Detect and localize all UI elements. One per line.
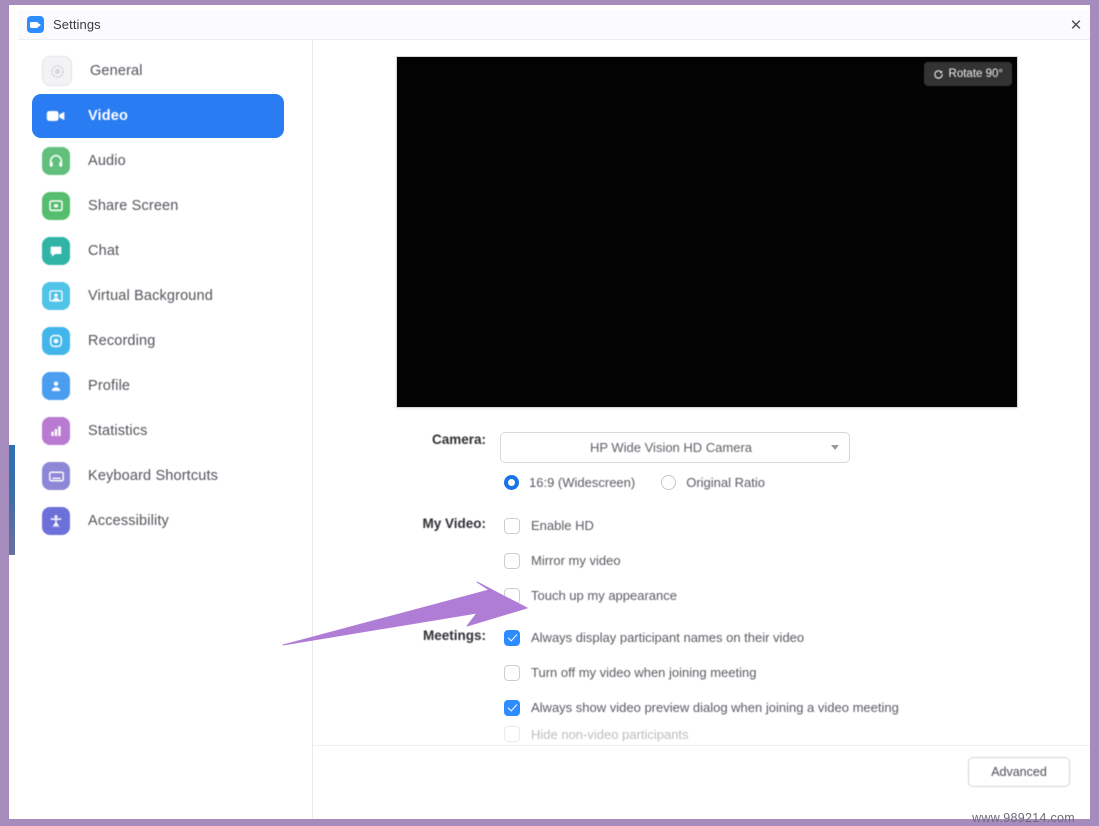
sidebar-item-share-screen[interactable]: Share Screen — [32, 184, 284, 228]
meetings-label: Meetings: — [422, 628, 486, 643]
sidebar-item-profile[interactable]: Profile — [32, 364, 284, 408]
checkbox-show-video-preview-dialog-label[interactable]: Always show video preview dialog when jo… — [531, 700, 899, 715]
checkbox-show-video-preview-dialog[interactable] — [504, 699, 520, 716]
radio-original-ratio-label[interactable]: Original Ratio — [686, 475, 765, 490]
sidebar-item-general[interactable]: General — [32, 49, 284, 93]
checkbox-touch-up-my-appearance[interactable] — [504, 587, 520, 604]
sidebar-item-accessibility[interactable]: Accessibility — [32, 499, 284, 543]
sidebar-item-label: Chat — [88, 243, 120, 259]
settings-window: Settings ✕ General Video Audio Share Scr… — [0, 0, 1099, 826]
advanced-button[interactable]: Advanced — [968, 757, 1070, 787]
camera-preview: Rotate 90° — [397, 57, 1017, 407]
checkbox-touch-up-my-appearance-label[interactable]: Touch up my appearance — [531, 588, 677, 603]
camera-label: Camera: — [431, 432, 486, 447]
chevron-down-icon — [831, 445, 839, 450]
checkbox-row-turn-off-video-joining: Turn off my video when joining meeting — [500, 655, 1090, 690]
checkbox-row-touch-up-my-appearance: Touch up my appearance — [500, 578, 1090, 613]
content-scrollbar-thumb[interactable] — [1090, 425, 1097, 706]
radio-16-9-widescreen[interactable] — [504, 475, 519, 490]
window-title: Settings — [53, 17, 101, 32]
checkbox-enable-hd-label[interactable]: Enable HD — [531, 518, 594, 533]
checkbox-hide-non-video-participants-label[interactable]: Hide non-video participants — [531, 727, 689, 742]
window-edge-strip — [9, 445, 15, 555]
sidebar-item-label: Virtual Background — [88, 288, 213, 304]
profile-person-icon — [42, 372, 70, 400]
keyboard-icon — [42, 462, 70, 490]
sidebar-item-label: Accessibility — [88, 513, 169, 529]
sidebar-item-label: Keyboard Shortcuts — [88, 468, 219, 484]
sidebar-item-label: Video — [88, 108, 128, 124]
chat-bubble-icon — [42, 237, 70, 265]
rotate-90-label: Rotate 90° — [948, 68, 1003, 80]
record-icon — [42, 327, 70, 355]
headphones-icon — [42, 147, 70, 175]
sidebar-item-video[interactable]: Video — [32, 94, 284, 138]
settings-sidebar: General Video Audio Share Screen Chat Vi… — [18, 40, 313, 819]
title-bar: Settings ✕ — [18, 10, 1090, 40]
sidebar-item-virtual-background[interactable]: Virtual Background — [32, 274, 284, 318]
watermark: www.989214.com — [972, 811, 1075, 825]
sidebar-item-keyboard-shortcuts[interactable]: Keyboard Shortcuts — [32, 454, 284, 498]
checkbox-display-participant-names[interactable] — [504, 629, 520, 646]
content-scrollbar-track[interactable] — [1088, 40, 1097, 819]
settings-footer: Advanced — [313, 745, 1090, 812]
rotate-icon — [933, 69, 943, 79]
zoom-logo-icon — [27, 16, 44, 33]
radio-16-9-widescreen-label[interactable]: 16:9 (Widescreen) — [529, 475, 635, 490]
camera-row: Camera: HP Wide Vision HD Camera 16:9 (W… — [313, 432, 1090, 490]
checkbox-row-display-participant-names: Always display participant names on thei… — [500, 620, 1090, 655]
video-settings-pane: Rotate 90° Camera: HP Wide Vision HD Cam… — [313, 40, 1097, 819]
aspect-ratio-group: 16:9 (Widescreen) Original Ratio — [500, 475, 1090, 490]
checkbox-row-enable-hd: Enable HD — [500, 508, 1090, 543]
checkbox-hide-non-video-participants[interactable] — [504, 726, 520, 742]
checkbox-mirror-my-video[interactable] — [504, 552, 520, 569]
sidebar-item-label: Statistics — [88, 423, 148, 439]
checkbox-enable-hd[interactable] — [504, 517, 520, 534]
close-icon[interactable]: ✕ — [1059, 12, 1090, 38]
checkbox-turn-off-video-joining[interactable] — [504, 664, 520, 681]
camera-select[interactable]: HP Wide Vision HD Camera — [500, 432, 850, 463]
sidebar-item-recording[interactable]: Recording — [32, 319, 284, 363]
checkbox-row-hide-non-video-participants: Hide non-video participants — [500, 725, 1090, 743]
checkbox-display-participant-names-label[interactable]: Always display participant names on thei… — [531, 630, 804, 645]
sidebar-item-label: Audio — [88, 153, 126, 169]
sidebar-item-label: Share Screen — [88, 198, 179, 214]
checkbox-row-mirror-my-video: Mirror my video — [500, 543, 1090, 578]
my-video-label: My Video: — [422, 516, 486, 531]
my-video-row: My Video: Enable HD Mirror my video Touc… — [313, 508, 1090, 613]
sidebar-item-label: Recording — [88, 333, 156, 349]
video-camera-icon — [42, 102, 70, 130]
meetings-row: Meetings: Always display participant nam… — [313, 620, 1090, 743]
gear-icon — [42, 56, 72, 86]
bar-chart-icon — [42, 417, 70, 445]
sidebar-item-audio[interactable]: Audio — [32, 139, 284, 183]
settings-form: Camera: HP Wide Vision HD Camera 16:9 (W… — [313, 432, 1090, 743]
rotate-90-button[interactable]: Rotate 90° — [923, 62, 1012, 86]
sidebar-item-statistics[interactable]: Statistics — [32, 409, 284, 453]
checkbox-row-show-video-preview-dialog: Always show video preview dialog when jo… — [500, 690, 1090, 725]
sidebar-item-label: General — [90, 63, 143, 79]
virtual-background-icon — [42, 282, 70, 310]
share-screen-icon — [42, 192, 70, 220]
camera-selected-value: HP Wide Vision HD Camera — [589, 440, 753, 455]
sidebar-item-label: Profile — [88, 378, 131, 394]
checkbox-mirror-my-video-label[interactable]: Mirror my video — [531, 553, 621, 568]
accessibility-icon — [42, 507, 70, 535]
radio-original-ratio[interactable] — [661, 475, 677, 490]
sidebar-item-chat[interactable]: Chat — [32, 229, 284, 273]
checkbox-turn-off-video-joining-label[interactable]: Turn off my video when joining meeting — [531, 665, 756, 680]
